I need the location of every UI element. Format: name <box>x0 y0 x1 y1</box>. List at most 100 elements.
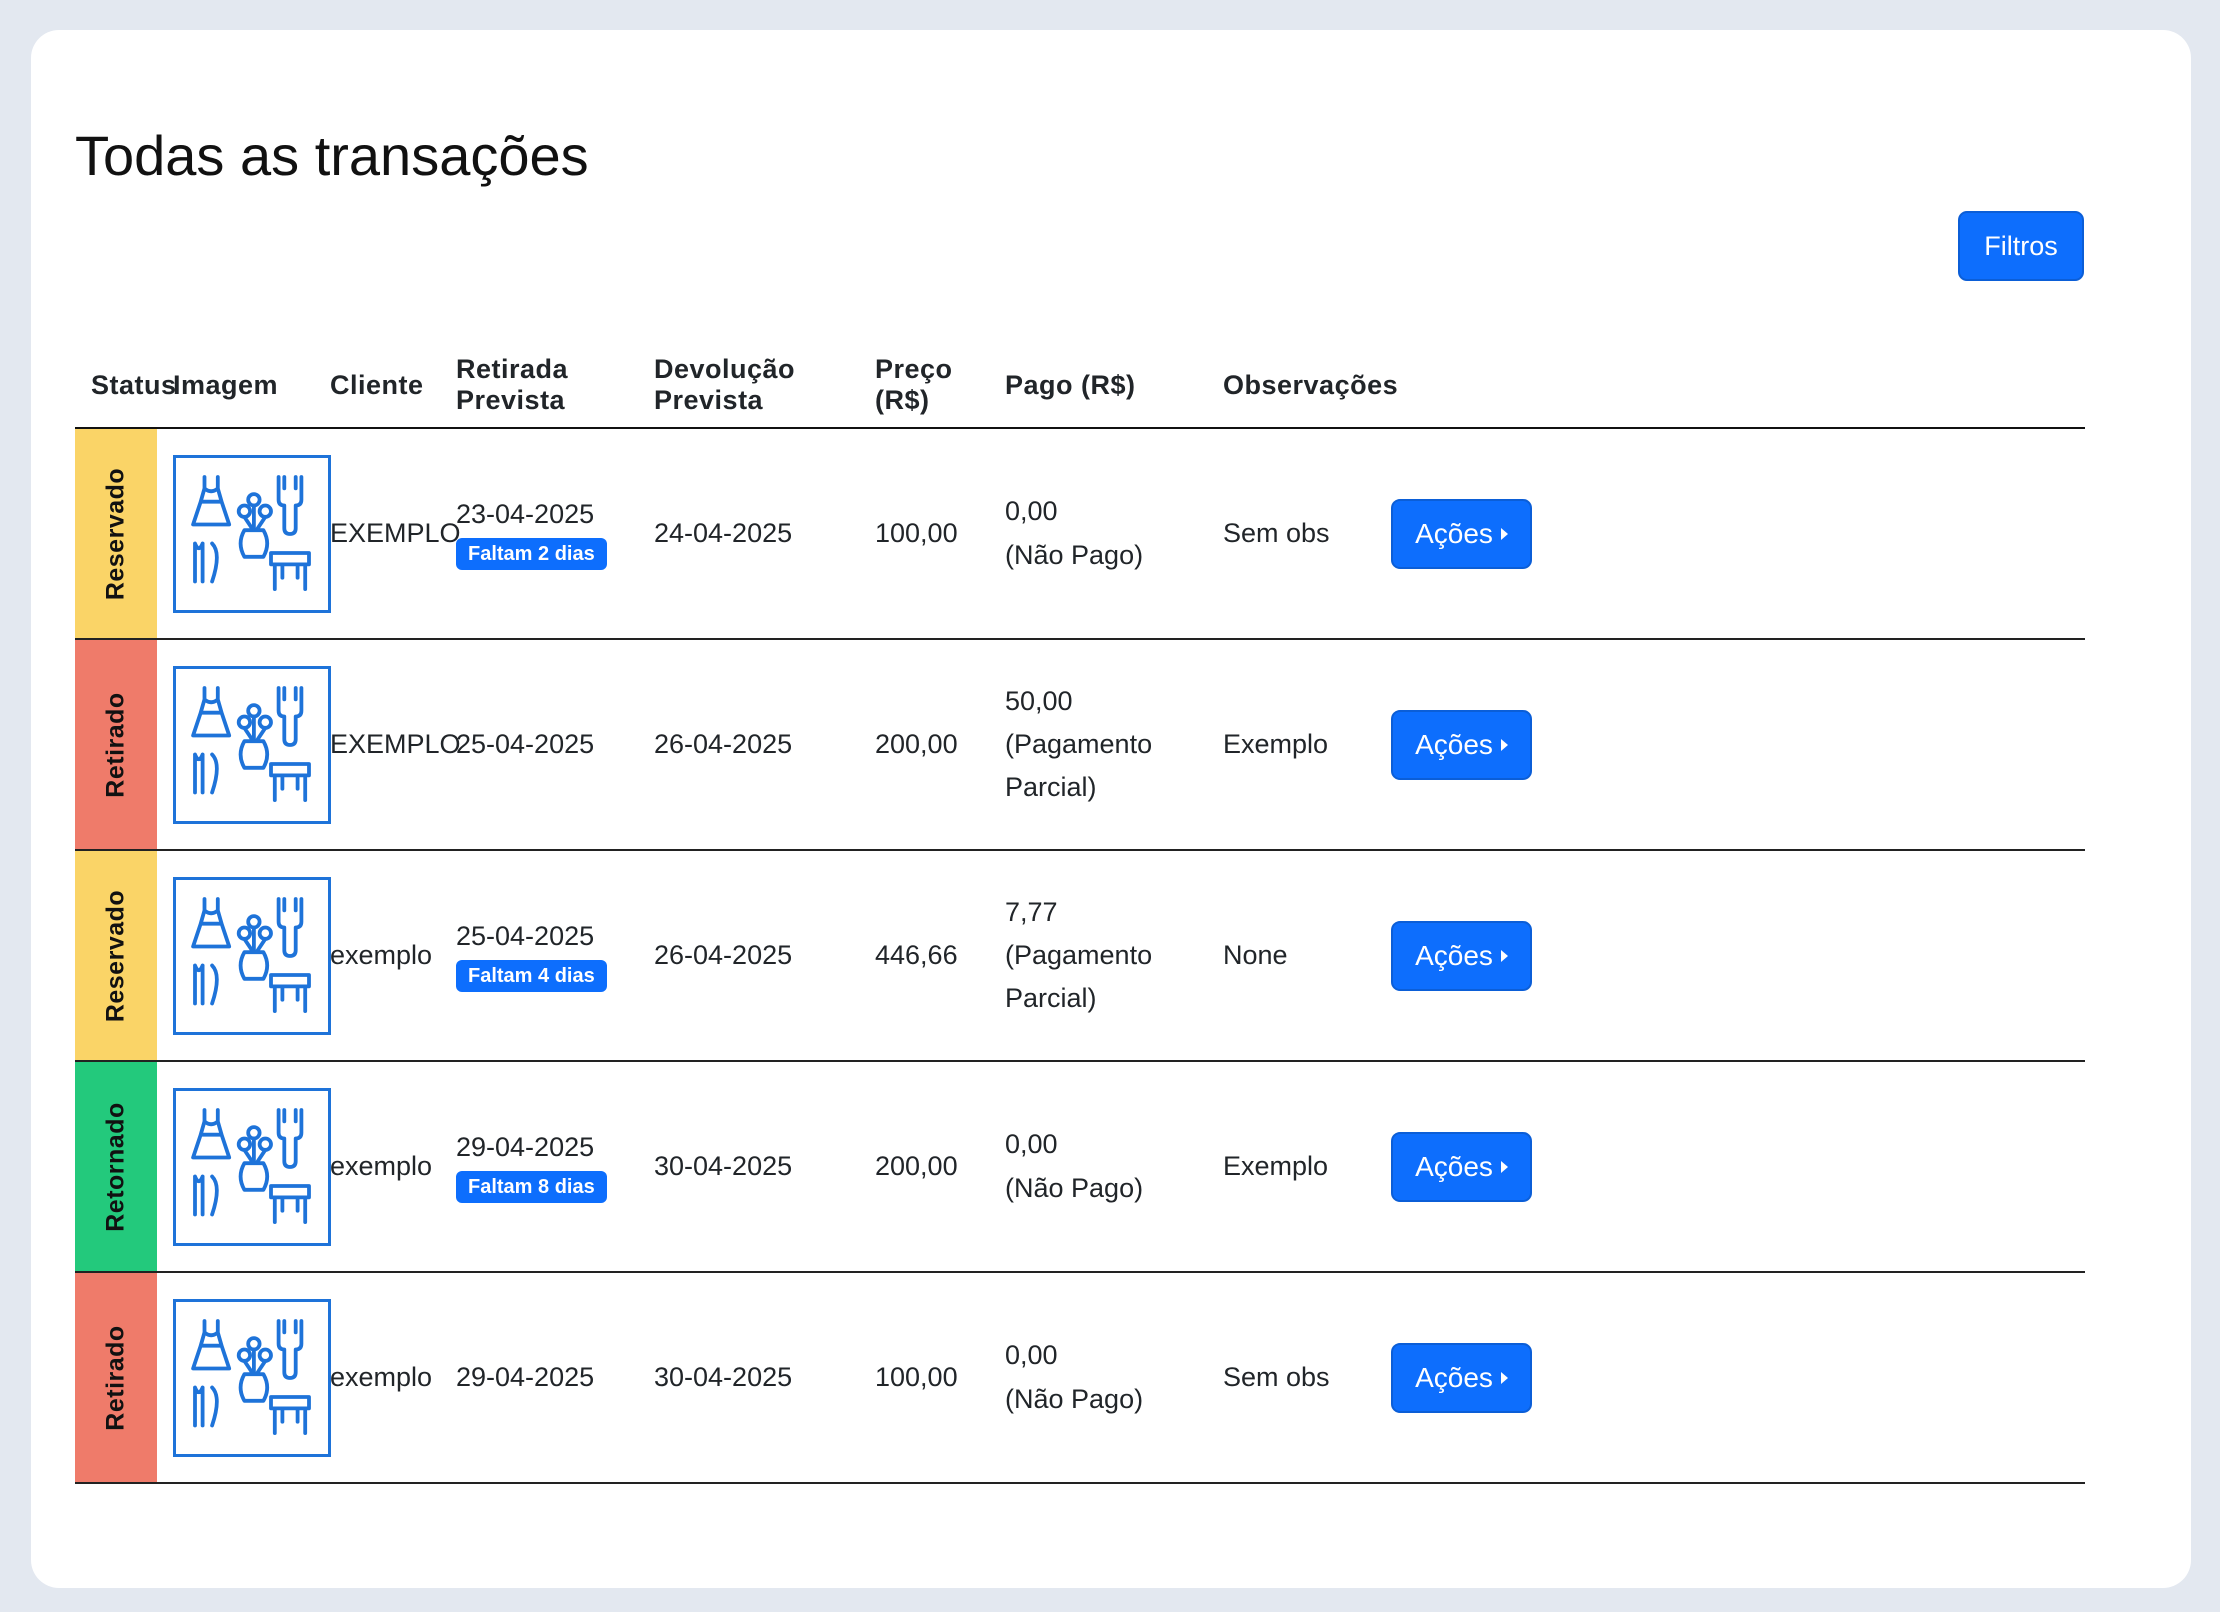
actions-dropdown-button[interactable]: Ações <box>1391 498 1532 569</box>
pickup-date: 25-04-2025 <box>456 728 595 759</box>
table-row[interactable]: Retirado EXEMPLO 25-04-2025 26-04-2025 2… <box>75 639 2085 851</box>
image-cell <box>157 428 331 640</box>
header-paid[interactable]: Pago (R$) <box>989 343 1207 429</box>
table-row[interactable]: Reservado EXEMPLO 23-04-2025 Faltam 2 di… <box>75 428 2085 640</box>
status-badge: Retirado <box>101 691 130 798</box>
household-items-icon[interactable] <box>173 876 331 1035</box>
paid-amount: 7,77 <box>1005 896 1058 927</box>
paid-cell: 0,00 (Não Pago) <box>989 1061 1207 1273</box>
payment-status: (Pagamento Parcial) <box>1005 939 1153 1014</box>
return-date: 30-04-2025 <box>638 1061 859 1273</box>
header-actions <box>1369 343 2085 429</box>
price-value: 200,00 <box>859 639 989 851</box>
actions-cell: Ações <box>1369 1061 2085 1273</box>
header-image[interactable]: Imagem <box>157 343 314 429</box>
pickup-date: 29-04-2025 <box>456 1361 595 1392</box>
table-row[interactable]: Retirado exemplo 29-04-2025 30-04-2025 1… <box>75 1272 2085 1484</box>
payment-status: (Não Pago) <box>1005 1172 1144 1203</box>
image-cell <box>157 1061 331 1273</box>
client-name: exemplo <box>314 850 440 1062</box>
client-name: exemplo <box>314 1272 440 1484</box>
header-notes[interactable]: Observações <box>1207 343 1398 429</box>
status-cell: Reservado <box>75 428 157 640</box>
table-row[interactable]: Reservado exemplo 25-04-2025 Faltam 4 di… <box>75 850 2085 1062</box>
actions-label: Ações <box>1415 728 1493 760</box>
status-cell: Retirado <box>75 1272 157 1484</box>
paid-amount: 0,00 <box>1005 1129 1058 1160</box>
paid-cell: 50,00 (Pagamento Parcial) <box>989 639 1207 851</box>
status-badge: Retornado <box>101 1101 130 1232</box>
page-title: Todas as transações <box>75 124 589 187</box>
notes-text: Exemplo <box>1207 1061 1369 1273</box>
pickup-cell: 25-04-2025 <box>440 639 638 851</box>
image-cell <box>157 850 331 1062</box>
notes-text: Sem obs <box>1207 428 1369 640</box>
actions-dropdown-button[interactable]: Ações <box>1391 1342 1532 1413</box>
table-row[interactable]: Retornado exemplo 29-04-2025 Faltam 8 di… <box>75 1061 2085 1273</box>
price-value: 446,66 <box>859 850 989 1062</box>
payment-status: (Pagamento Parcial) <box>1005 728 1153 803</box>
status-cell: Reservado <box>75 850 157 1062</box>
days-left-badge: Faltam 4 dias <box>456 960 607 993</box>
actions-dropdown-button[interactable]: Ações <box>1391 920 1532 991</box>
actions-dropdown-button[interactable]: Ações <box>1391 1131 1532 1202</box>
filters-button[interactable]: Filtros <box>1958 211 2084 281</box>
pickup-cell: 23-04-2025 Faltam 2 dias <box>440 428 638 640</box>
paid-cell: 0,00 (Não Pago) <box>989 1272 1207 1484</box>
return-date: 26-04-2025 <box>638 639 859 851</box>
payment-status: (Não Pago) <box>1005 539 1144 570</box>
header-price[interactable]: Preço (R$) <box>859 343 989 429</box>
status-badge: Reservado <box>101 889 130 1022</box>
return-date: 30-04-2025 <box>638 1272 859 1484</box>
status-badge: Reservado <box>101 467 130 600</box>
client-name: exemplo <box>314 1061 440 1273</box>
image-cell <box>157 1272 331 1484</box>
header-status[interactable]: Status <box>75 343 176 429</box>
household-items-icon[interactable] <box>173 1298 331 1457</box>
notes-text: Sem obs <box>1207 1272 1369 1484</box>
caret-right-icon <box>1500 949 1508 962</box>
paid-amount: 0,00 <box>1005 496 1058 527</box>
status-cell: Retirado <box>75 639 157 851</box>
days-left-badge: Faltam 8 dias <box>456 1171 607 1204</box>
table-body: Reservado EXEMPLO 23-04-2025 Faltam 2 di… <box>75 428 2085 1484</box>
household-items-icon[interactable] <box>173 454 331 613</box>
household-items-icon[interactable] <box>173 1087 331 1246</box>
caret-right-icon <box>1500 1371 1508 1384</box>
actions-label: Ações <box>1415 1150 1493 1182</box>
price-value: 100,00 <box>859 1272 989 1484</box>
client-name: EXEMPLO <box>314 428 461 640</box>
notes-text: Exemplo <box>1207 639 1369 851</box>
actions-cell: Ações <box>1369 1272 2085 1484</box>
paid-cell: 7,77 (Pagamento Parcial) <box>989 850 1207 1062</box>
header-pickup[interactable]: Retirada Prevista <box>440 343 638 429</box>
status-badge: Retirado <box>101 1324 130 1431</box>
actions-cell: Ações <box>1369 850 2085 1062</box>
notes-text: None <box>1207 850 1369 1062</box>
header-return[interactable]: Devolução Prevista <box>638 343 859 429</box>
actions-label: Ações <box>1415 517 1493 549</box>
status-cell: Retornado <box>75 1061 157 1273</box>
caret-right-icon <box>1500 738 1508 751</box>
pickup-cell: 29-04-2025 Faltam 8 dias <box>440 1061 638 1273</box>
client-name: EXEMPLO <box>314 639 461 851</box>
actions-cell: Ações <box>1369 428 2085 640</box>
actions-label: Ações <box>1415 939 1493 971</box>
pickup-date: 25-04-2025 <box>456 920 595 951</box>
paid-amount: 0,00 <box>1005 1340 1058 1371</box>
table-header-row: Status Imagem Cliente Retirada Prevista … <box>75 343 2085 429</box>
days-left-badge: Faltam 2 dias <box>456 538 607 571</box>
pickup-date: 29-04-2025 <box>456 1131 595 1162</box>
return-date: 26-04-2025 <box>638 850 859 1062</box>
paid-amount: 50,00 <box>1005 685 1073 716</box>
price-value: 200,00 <box>859 1061 989 1273</box>
actions-dropdown-button[interactable]: Ações <box>1391 709 1532 780</box>
household-items-icon[interactable] <box>173 665 331 824</box>
caret-right-icon <box>1500 1160 1508 1173</box>
actions-label: Ações <box>1415 1361 1493 1393</box>
payment-status: (Não Pago) <box>1005 1383 1144 1414</box>
price-value: 100,00 <box>859 428 989 640</box>
header-client[interactable]: Cliente <box>314 343 440 429</box>
transactions-table: Status Imagem Cliente Retirada Prevista … <box>75 343 2085 1484</box>
pickup-cell: 29-04-2025 <box>440 1272 638 1484</box>
